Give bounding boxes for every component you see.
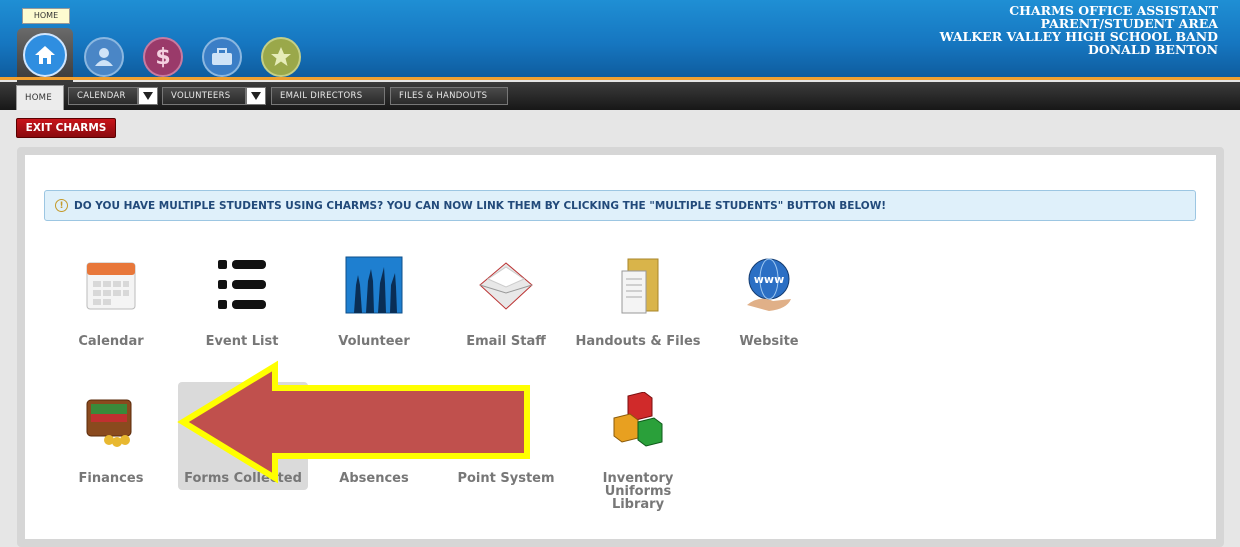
wallet-icon bbox=[86, 399, 132, 447]
info-icon: ! bbox=[55, 199, 68, 212]
user-name: DONALD BENTON bbox=[1088, 42, 1218, 57]
tile-forms-collected[interactable]: Forms Collected bbox=[178, 392, 308, 487]
envelope-icon bbox=[479, 262, 533, 310]
tile-event-list[interactable]: Event List bbox=[177, 255, 307, 350]
star-icon[interactable] bbox=[261, 37, 301, 77]
tab-volunteers[interactable]: VOLUNTEERS bbox=[162, 87, 246, 105]
globe-icon: www bbox=[747, 258, 791, 311]
user-info: CHARMS OFFICE ASSISTANT PARENT/STUDENT A… bbox=[940, 4, 1218, 56]
tile-label: Forms Collected bbox=[184, 471, 302, 486]
volunteers-dropdown-icon[interactable] bbox=[246, 87, 266, 105]
home-icon bbox=[23, 33, 67, 77]
tile-label: Absences bbox=[339, 471, 409, 486]
exit-charms-button[interactable]: EXIT CHARMS bbox=[16, 118, 116, 138]
tile-label: Email Staff bbox=[466, 334, 546, 349]
tile-label: Event List bbox=[205, 334, 279, 349]
tab-calendar[interactable]: CALENDAR bbox=[68, 87, 138, 105]
notice-text: DO YOU HAVE MULTIPLE STUDENTS USING CHAR… bbox=[74, 199, 887, 212]
calendar-icon bbox=[86, 262, 136, 310]
tile-calendar[interactable]: Calendar bbox=[46, 255, 176, 350]
tile-volunteer[interactable]: Volunteer bbox=[309, 255, 439, 350]
forms-icon bbox=[224, 397, 262, 447]
tile-label: Calendar bbox=[78, 334, 144, 349]
tile-label: Point System bbox=[457, 471, 555, 486]
app-header: HOME $ CHARMS OFFICE ASSISTANT PARENT/ST… bbox=[0, 0, 1240, 82]
tile-handouts-files[interactable]: Handouts & Files bbox=[573, 255, 703, 350]
svg-text:www: www bbox=[754, 273, 785, 286]
tile-point-system[interactable]: Point System bbox=[441, 392, 571, 487]
home-tooltip: HOME bbox=[22, 8, 70, 24]
dollar-icon[interactable]: $ bbox=[143, 37, 183, 77]
tab-email-directors[interactable]: EMAIL DIRECTORS bbox=[271, 87, 385, 105]
nav-bar: HOME CALENDAR VOLUNTEERS EMAIL DIRECTORS… bbox=[0, 82, 1240, 110]
calendar-dropdown-icon[interactable] bbox=[138, 87, 158, 105]
volunteer-hands-icon bbox=[345, 256, 403, 314]
tile-inventory[interactable]: Inventory Uniforms Library bbox=[573, 392, 703, 517]
tile-label: Volunteer bbox=[338, 334, 410, 349]
user-icon[interactable] bbox=[84, 37, 124, 77]
folder-icon bbox=[621, 258, 659, 314]
multiple-students-notice: ! DO YOU HAVE MULTIPLE STUDENTS USING CH… bbox=[44, 190, 1196, 221]
tab-home[interactable]: HOME bbox=[16, 85, 64, 110]
tile-website[interactable]: www Website bbox=[704, 255, 834, 350]
tab-files-handouts[interactable]: FILES & HANDOUTS bbox=[390, 87, 508, 105]
tile-label: Finances bbox=[78, 471, 144, 486]
cubes-icon bbox=[613, 392, 663, 447]
tile-finances[interactable]: Finances bbox=[46, 392, 176, 487]
tile-email-staff[interactable]: Email Staff bbox=[441, 255, 571, 350]
briefcase-icon[interactable] bbox=[202, 37, 242, 77]
home-nav-button[interactable] bbox=[17, 28, 73, 82]
tile-label: Handouts & Files bbox=[575, 334, 701, 349]
tile-label: Website bbox=[739, 334, 799, 349]
list-icon bbox=[218, 260, 266, 309]
tile-label: Inventory Uniforms Library bbox=[602, 471, 674, 512]
tile-absences[interactable]: Absences bbox=[309, 392, 439, 487]
